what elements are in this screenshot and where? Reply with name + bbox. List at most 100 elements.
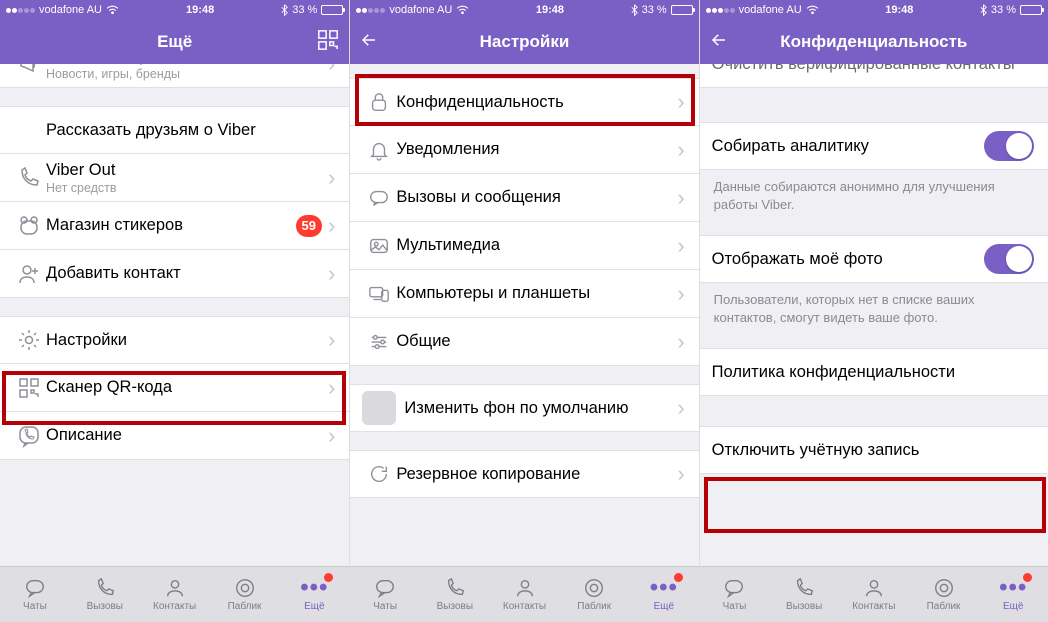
- tell-friends-label: Рассказать друзьям о Viber: [46, 121, 335, 140]
- row-clear-verified[interactable]: Очистить верифицированные контакты: [700, 64, 1048, 88]
- bluetooth-icon: [980, 4, 987, 16]
- wallpaper-thumb-icon: [362, 391, 396, 425]
- chevron-right-icon: ›: [677, 185, 684, 211]
- nav-header: Настройки: [350, 20, 698, 64]
- viber-out-label: Viber Out: [46, 161, 322, 180]
- row-general[interactable]: Общие ›: [350, 318, 698, 366]
- bear-icon: [12, 214, 46, 238]
- tab-bar: Чаты Вызовы Контакты Паблик •••Ещё: [350, 566, 698, 622]
- row-notifications[interactable]: Уведомления ›: [350, 126, 698, 174]
- clear-verified-label: Очистить верифицированные контакты: [712, 64, 1034, 74]
- battery-icon: [1020, 5, 1042, 15]
- privacy-label: Конфиденциальность: [396, 93, 671, 112]
- screen-more: vodafone AU 19:48 33 % Ещё: [0, 0, 349, 622]
- bluetooth-icon: [281, 4, 288, 16]
- show-photo-toggle[interactable]: [984, 244, 1034, 274]
- row-settings[interactable]: Настройки ›: [0, 316, 349, 364]
- general-label: Общие: [396, 332, 671, 351]
- row-sticker-market[interactable]: Магазин стикеров 59 ›: [0, 202, 349, 250]
- notification-dot-icon: [674, 573, 683, 582]
- status-bar: vodafone AU 19:48 33 %: [350, 0, 698, 20]
- notification-dot-icon: [324, 573, 333, 582]
- page-title: Конфиденциальность: [750, 32, 998, 52]
- row-public-accounts[interactable]: Паблик аккаунты Новости, игры, бренды ›: [0, 64, 349, 88]
- refresh-icon: [362, 463, 396, 485]
- screen2-content: Конфиденциальность › Уведомления › Вызов…: [350, 64, 698, 566]
- privacy-policy-label: Политика конфиденциальности: [712, 363, 1034, 382]
- chevron-right-icon: ›: [328, 165, 335, 191]
- battery-icon: [321, 5, 343, 15]
- row-deactivate[interactable]: Отключить учётную запись: [700, 426, 1048, 474]
- chevron-right-icon: ›: [677, 281, 684, 307]
- back-button[interactable]: [360, 31, 378, 54]
- row-viber-out[interactable]: Viber Out Нет средств ›: [0, 154, 349, 202]
- page-title: Ещё: [50, 32, 299, 52]
- computers-label: Компьютеры и планшеты: [396, 284, 671, 303]
- row-analytics[interactable]: Собирать аналитику: [700, 122, 1048, 170]
- tab-public[interactable]: Паблик: [210, 567, 280, 622]
- analytics-toggle[interactable]: [984, 131, 1034, 161]
- megaphone-icon: [12, 64, 46, 76]
- row-about[interactable]: Описание ›: [0, 412, 349, 460]
- tab-more[interactable]: •••Ещё: [978, 567, 1048, 622]
- status-time: 19:48: [123, 4, 277, 16]
- tab-more[interactable]: ••• Ещё: [279, 567, 349, 622]
- chevron-right-icon: ›: [677, 395, 684, 421]
- wifi-icon: [806, 5, 819, 15]
- wifi-icon: [106, 5, 119, 15]
- add-contact-label: Добавить контакт: [46, 264, 322, 283]
- add-contact-icon: [12, 262, 46, 286]
- stickers-badge: 59: [296, 215, 322, 237]
- row-media[interactable]: Мультимедиа ›: [350, 222, 698, 270]
- tab-calls[interactable]: Вызовы: [70, 567, 140, 622]
- chevron-right-icon: ›: [328, 213, 335, 239]
- chevron-right-icon: ›: [677, 137, 684, 163]
- chevron-right-icon: ›: [677, 233, 684, 259]
- tab-contacts[interactable]: Контакты: [140, 567, 210, 622]
- stickers-label: Магазин стикеров: [46, 216, 296, 235]
- tab-contacts[interactable]: Контакты: [839, 567, 909, 622]
- signal-dots-icon: [356, 8, 385, 13]
- row-change-background[interactable]: Изменить фон по умолчанию ›: [350, 384, 698, 432]
- row-calls-messages[interactable]: Вызовы и сообщения ›: [350, 174, 698, 222]
- chevron-right-icon: ›: [677, 461, 684, 487]
- row-show-photo[interactable]: Отображать моё фото: [700, 235, 1048, 283]
- back-button[interactable]: [710, 31, 728, 54]
- tab-bar: Чаты Вызовы Контакты Паблик •••Ещё: [700, 566, 1048, 622]
- tab-calls[interactable]: Вызовы: [420, 567, 490, 622]
- tab-contacts[interactable]: Контакты: [490, 567, 560, 622]
- change-bg-label: Изменить фон по умолчанию: [404, 399, 671, 418]
- tab-chats[interactable]: Чаты: [0, 567, 70, 622]
- tab-more[interactable]: •••Ещё: [629, 567, 699, 622]
- lock-icon: [362, 91, 396, 113]
- tab-chats[interactable]: Чаты: [700, 567, 770, 622]
- gear-icon: [12, 328, 46, 352]
- chevron-right-icon: ›: [328, 375, 335, 401]
- devices-icon: [362, 283, 396, 305]
- settings-label: Настройки: [46, 331, 322, 350]
- notification-dot-icon: [1023, 573, 1032, 582]
- tab-public[interactable]: Паблик: [909, 567, 979, 622]
- status-bar: vodafone AU 19:48 33 %: [0, 0, 349, 20]
- viber-out-sub: Нет средств: [46, 181, 322, 195]
- bluetooth-icon: [631, 4, 638, 16]
- chat-icon: [362, 187, 396, 209]
- status-bar: vodafone AU 19:48 33 %: [700, 0, 1048, 20]
- tab-public[interactable]: Паблик: [559, 567, 629, 622]
- signal-dots-icon: [706, 8, 735, 13]
- carrier-label: vodafone AU: [39, 4, 102, 16]
- qr-icon[interactable]: [317, 29, 339, 56]
- row-privacy-policy[interactable]: Политика конфиденциальности: [700, 348, 1048, 396]
- row-privacy[interactable]: Конфиденциальность ›: [350, 78, 698, 126]
- analytics-label: Собирать аналитику: [712, 137, 984, 156]
- row-computers[interactable]: Компьютеры и планшеты ›: [350, 270, 698, 318]
- tab-calls[interactable]: Вызовы: [769, 567, 839, 622]
- battery-text: 33 %: [292, 4, 317, 16]
- row-add-contact[interactable]: Добавить контакт ›: [0, 250, 349, 298]
- row-qr-scanner[interactable]: Сканер QR-кода ›: [0, 364, 349, 412]
- tab-chats[interactable]: Чаты: [350, 567, 420, 622]
- chevron-right-icon: ›: [328, 64, 335, 77]
- tab-bar: Чаты Вызовы Контакты Паблик ••• Ещё: [0, 566, 349, 622]
- row-tell-friends[interactable]: Рассказать друзьям о Viber: [0, 106, 349, 154]
- row-backup[interactable]: Резервное копирование ›: [350, 450, 698, 498]
